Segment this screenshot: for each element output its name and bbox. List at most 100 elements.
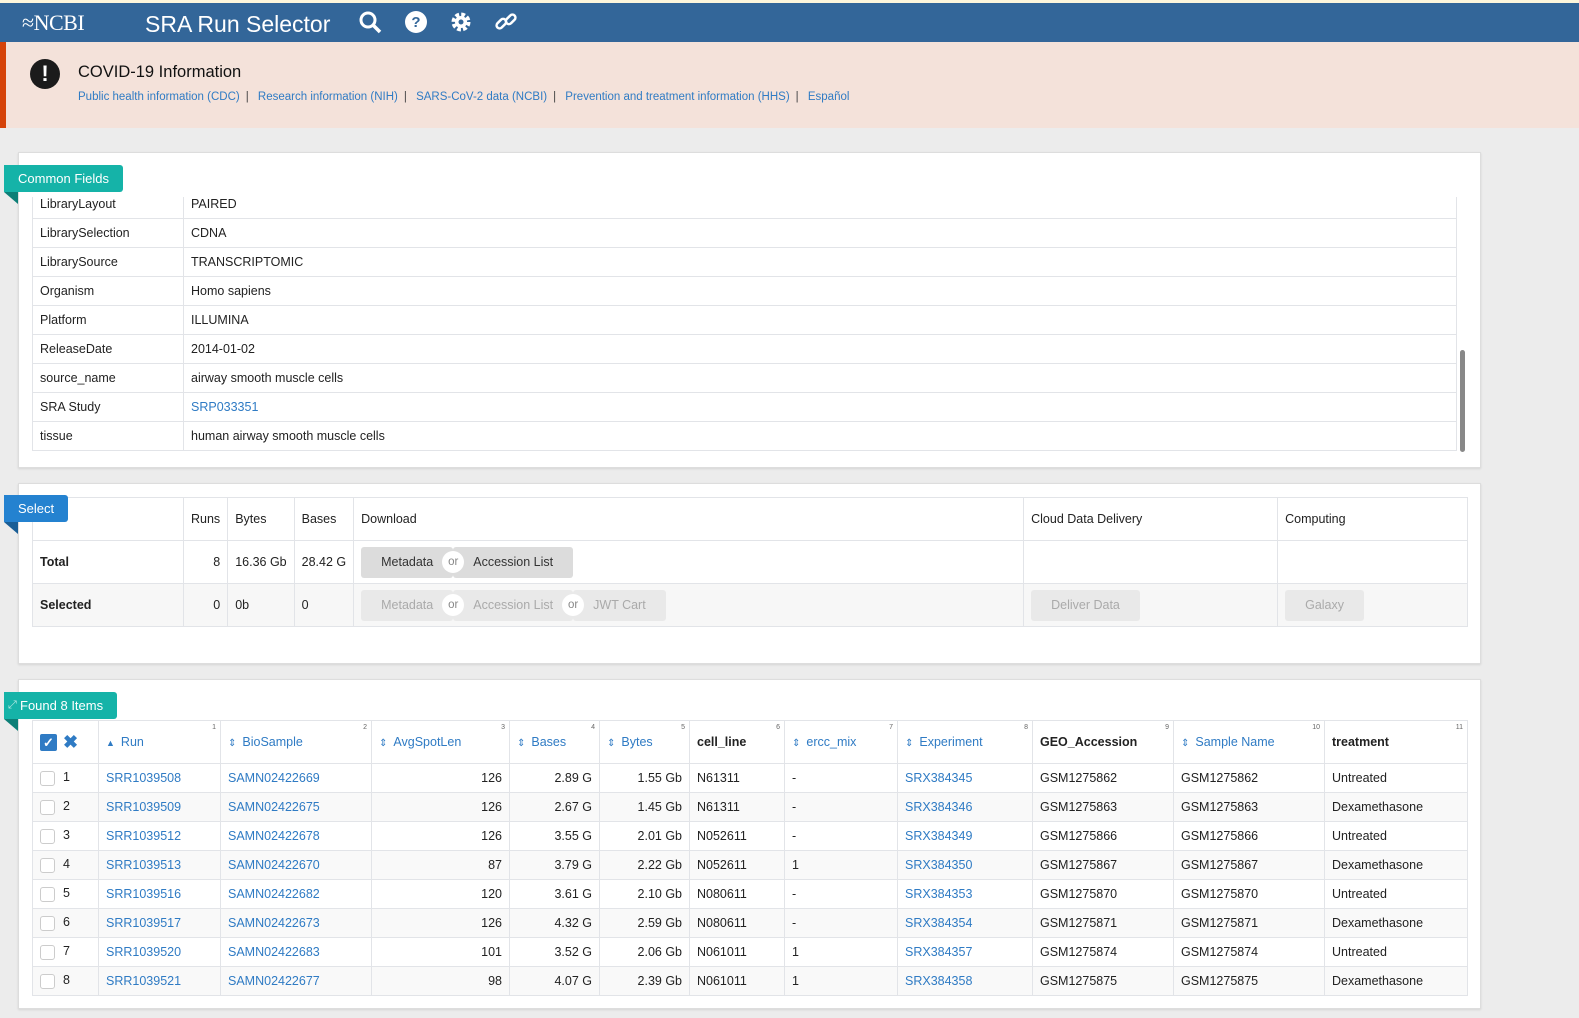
column-header-bytes[interactable]: ⇕ Bytes 5 — [599, 720, 690, 764]
cell-biosample[interactable]: SAMN02422669 — [220, 763, 372, 793]
cell-cell-line: N61311 — [689, 763, 785, 793]
galaxy-button[interactable]: Galaxy — [1285, 589, 1365, 621]
cell-experiment[interactable]: SRX384349 — [897, 821, 1033, 851]
clear-selection-icon[interactable]: ✖ — [63, 732, 78, 752]
row-select: 2 — [32, 792, 99, 822]
cell-experiment[interactable]: SRX384354 — [897, 908, 1033, 938]
ncbi-logo[interactable]: ≈NCBI — [22, 10, 85, 36]
search-icon[interactable] — [357, 9, 383, 35]
help-icon[interactable]: ? — [403, 9, 429, 35]
column-header-avgspotlen[interactable]: ⇕ AvgSpotLen 3 — [371, 720, 510, 764]
cell-experiment[interactable]: SRX384357 — [897, 937, 1033, 967]
cell-biosample[interactable]: SAMN02422670 — [220, 850, 372, 880]
table-row[interactable]: 2 SRR1039509 SAMN02422675 126 2.67 G 1.45 Gb N… — [32, 792, 1468, 822]
deliver-data-button[interactable]: Deliver Data — [1031, 589, 1140, 621]
field-label: LibrarySource — [32, 247, 184, 277]
cell-biosample[interactable]: SAMN02422682 — [220, 879, 372, 909]
link-espanol[interactable]: Español — [808, 91, 850, 103]
column-header-geo-accession[interactable]: GEO_Accession 9 — [1032, 720, 1174, 764]
gear-icon[interactable] — [448, 9, 474, 35]
column-index: 3 — [501, 724, 505, 731]
row-checkbox[interactable] — [40, 770, 55, 786]
link-icon[interactable] — [493, 9, 519, 35]
cell-geo-accession: GSM1275871 — [1032, 908, 1174, 938]
accession-list-button[interactable]: Accession List — [453, 546, 574, 578]
cell-treatment: Dexamethasone — [1324, 792, 1468, 822]
field-label: LibraryLayout — [32, 197, 184, 219]
select-table: Runs Bytes Bases Download Cloud Data Del… — [32, 497, 1468, 627]
cell-experiment[interactable]: SRX384345 — [897, 763, 1033, 793]
row-checkbox[interactable] — [40, 828, 55, 844]
link-ncbi[interactable]: SARS-CoV-2 data (NCBI) — [416, 91, 547, 103]
column-header-run[interactable]: ▲ Run 1 — [98, 720, 221, 764]
row-number: 1 — [63, 770, 70, 785]
scrollbar[interactable] — [1460, 350, 1465, 452]
cell-cell-line: N052611 — [689, 850, 785, 880]
select-all-checkbox[interactable]: ✓ — [40, 733, 57, 751]
row-checkbox[interactable] — [40, 944, 55, 960]
cell-run[interactable]: SRR1039512 — [98, 821, 221, 851]
link-hhs[interactable]: Prevention and treatment information (HH… — [565, 91, 789, 103]
cell-run[interactable]: SRR1039508 — [98, 763, 221, 793]
cell-experiment[interactable]: SRX384346 — [897, 792, 1033, 822]
table-row[interactable]: 7 SRR1039520 SAMN02422683 101 3.52 G 2.06 Gb N… — [32, 937, 1468, 967]
select-tag: Select — [4, 495, 69, 534]
cell-run[interactable]: SRR1039516 — [98, 879, 221, 909]
cell-run[interactable]: SRR1039521 — [98, 966, 221, 996]
cell-experiment[interactable]: SRX384353 — [897, 879, 1033, 909]
row-checkbox[interactable] — [40, 857, 55, 873]
row-checkbox[interactable] — [40, 973, 55, 989]
cell-biosample[interactable]: SAMN02422677 — [220, 966, 372, 996]
or-separator: or — [562, 594, 585, 616]
metadata-button[interactable]: Metadata — [361, 546, 454, 578]
jwt-cart-button[interactable]: JWT Cart — [573, 589, 666, 621]
table-row[interactable]: 6 SRR1039517 SAMN02422673 126 4.32 G 2.59 Gb N… — [32, 908, 1468, 938]
cell-treatment: Dexamethasone — [1324, 850, 1468, 880]
cell-sample-name: GSM1275866 — [1173, 821, 1325, 851]
cell-experiment[interactable]: SRX384350 — [897, 850, 1033, 880]
cell-run[interactable]: SRR1039517 — [98, 908, 221, 938]
selected-metadata-button[interactable]: Metadata — [361, 589, 454, 621]
app-title[interactable]: SRA Run Selector — [145, 11, 330, 38]
table-row[interactable]: 4 SRR1039513 SAMN02422670 87 3.79 G 2.22 Gb N0… — [32, 850, 1468, 880]
cell-experiment[interactable]: SRX384358 — [897, 966, 1033, 996]
cell-biosample[interactable]: SAMN02422678 — [220, 821, 372, 851]
field-value: 2014-01-02 — [183, 334, 1457, 364]
cell-treatment: Untreated — [1324, 763, 1468, 793]
table-row[interactable]: 5 SRR1039516 SAMN02422682 120 3.61 G 2.10 Gb N… — [32, 879, 1468, 909]
table-row[interactable]: 8 SRR1039521 SAMN02422677 98 4.07 G 2.39 Gb N0… — [32, 966, 1468, 996]
cell-biosample[interactable]: SAMN02422675 — [220, 792, 372, 822]
selected-accession-list-button[interactable]: Accession List — [453, 589, 574, 621]
column-header-treatment[interactable]: treatment 11 — [1324, 720, 1468, 764]
row-checkbox[interactable] — [40, 915, 55, 931]
column-header-experiment[interactable]: ⇕ Experiment 8 — [897, 720, 1033, 764]
row-checkbox[interactable] — [40, 886, 55, 902]
cell-biosample[interactable]: SAMN02422683 — [220, 937, 372, 967]
cell-run[interactable]: SRR1039520 — [98, 937, 221, 967]
column-header-ercc-mix[interactable]: ⇕ ercc_mix 7 — [784, 720, 898, 764]
table-row[interactable]: 3 SRR1039512 SAMN02422678 126 3.55 G 2.01 Gb N… — [32, 821, 1468, 851]
field-value[interactable]: SRP033351 — [183, 392, 1457, 422]
column-index: 11 — [1455, 724, 1463, 731]
selected-runs: 0 — [182, 583, 229, 627]
link-cdc[interactable]: Public health information (CDC) — [78, 91, 240, 103]
link-nih[interactable]: Research information (NIH) — [258, 91, 398, 103]
cell-biosample[interactable]: SAMN02422673 — [220, 908, 372, 938]
cell-run[interactable]: SRR1039513 — [98, 850, 221, 880]
row-number: 6 — [63, 915, 70, 930]
column-header-sample-name[interactable]: ⇕ Sample Name 10 — [1173, 720, 1325, 764]
cell-run[interactable]: SRR1039509 — [98, 792, 221, 822]
column-header-bases[interactable]: ⇕ Bases 4 — [509, 720, 600, 764]
column-index: 7 — [889, 724, 893, 731]
table-row[interactable]: 1 SRR1039508 SAMN02422669 126 2.89 G 1.55 Gb N… — [32, 763, 1468, 793]
dna-icon: ≈ — [22, 10, 34, 35]
column-header-cell-line[interactable]: cell_line 6 — [689, 720, 785, 764]
cell-sample-name: GSM1275870 — [1173, 879, 1325, 909]
cell-geo-accession: GSM1275866 — [1032, 821, 1174, 851]
column-header-biosample[interactable]: ⇕ BioSample 2 — [220, 720, 372, 764]
found-items-tag[interactable]: ⤢ Found 8 Items — [4, 692, 118, 731]
cell-ercc-mix: - — [784, 908, 898, 938]
row-select: 7 — [32, 937, 99, 967]
row-checkbox[interactable] — [40, 799, 55, 815]
cell-bases: 3.52 G — [509, 937, 600, 967]
